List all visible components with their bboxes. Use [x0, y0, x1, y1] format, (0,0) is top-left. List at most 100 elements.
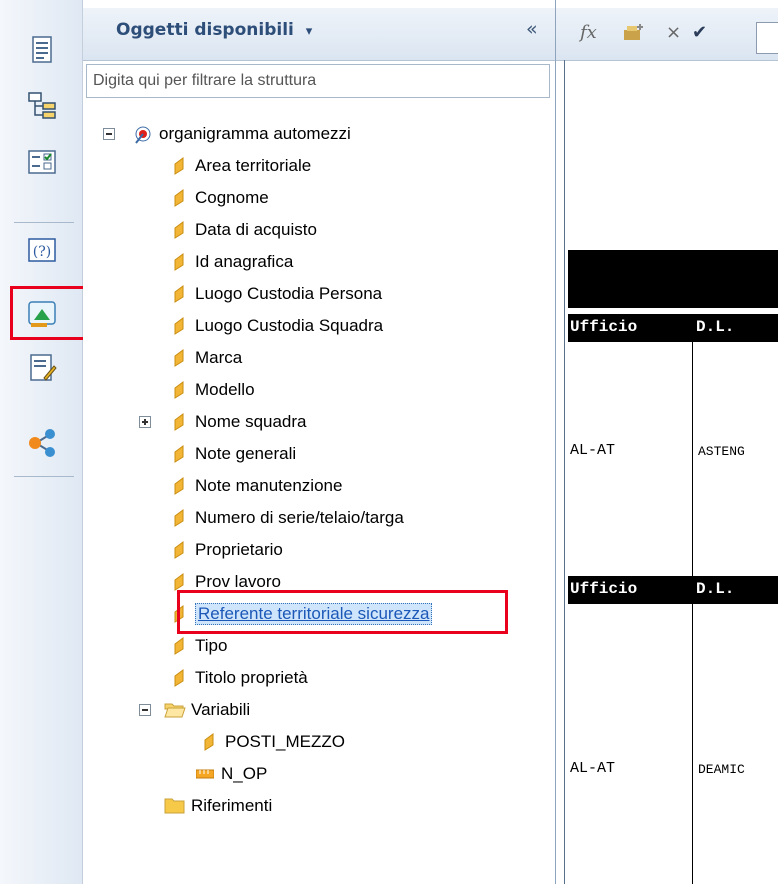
- tree-item-label: Luogo Custodia Squadra: [195, 316, 384, 335]
- dimension-icon: [167, 218, 191, 242]
- tree-item-riferimenti[interactable]: Riferimenti: [163, 792, 272, 820]
- tree-item-label: Prov lavoro: [195, 572, 281, 591]
- dimension-icon: [167, 506, 191, 530]
- structure-icon[interactable]: [22, 86, 62, 126]
- collapse-icon[interactable]: [103, 128, 115, 140]
- tree-item-label: Nome squadra: [195, 412, 307, 431]
- column-header-dl: D.L.: [696, 580, 735, 598]
- tree-item-modello[interactable]: Modello: [167, 376, 255, 404]
- highlight-box-selected-item: [177, 590, 508, 634]
- tree-item-label: Id anagrafica: [195, 252, 294, 271]
- table-cell-ufficio: AL-AT: [570, 760, 616, 777]
- folder-open-icon: [163, 698, 187, 722]
- dimension-icon: [167, 282, 191, 306]
- document-icon[interactable]: [22, 30, 62, 70]
- tree-item-note-manutenzione[interactable]: Note manutenzione: [167, 472, 342, 500]
- panel-title[interactable]: Oggetti disponibili ▾: [116, 20, 312, 40]
- help-icon[interactable]: (?): [22, 230, 62, 270]
- table-cell-dl: DEAMIC: [698, 762, 745, 777]
- tree-item-label: Marca: [195, 348, 243, 367]
- dimension-icon: [167, 378, 191, 402]
- chevron-down-icon[interactable]: ▾: [306, 24, 313, 39]
- column-divider: [692, 314, 693, 576]
- dimension-icon: [167, 634, 191, 658]
- column-header-ufficio: Ufficio: [570, 318, 638, 336]
- tree-item-numero-di-serie-telaio-targa[interactable]: Numero di serie/telaio/targa: [167, 504, 404, 532]
- dimension-icon: [167, 314, 191, 338]
- tree-item-label: Variabili: [191, 700, 251, 719]
- column-header-ufficio: Ufficio: [570, 580, 638, 598]
- highlight-box-data-icon: [10, 286, 94, 340]
- available-objects-panel: Oggetti disponibili ▾ « Digita qui per f…: [83, 0, 556, 884]
- column-divider: [692, 576, 693, 884]
- tree-item-root[interactable]: organigramma automezzi: [131, 120, 351, 148]
- tree-item-label: organigramma automezzi: [159, 124, 351, 143]
- tree-item-luogo-custodia-squadra[interactable]: Luogo Custodia Squadra: [167, 312, 383, 340]
- fx-icon[interactable]: fx: [580, 22, 597, 43]
- tree-item-label: Proprietario: [195, 540, 283, 559]
- checklist-icon[interactable]: [22, 142, 62, 182]
- accept-formula-button[interactable]: ✔: [692, 22, 707, 43]
- tree-item-data-di-acquisto[interactable]: Data di acquisto: [167, 216, 317, 244]
- toolbar-separator: [14, 476, 74, 477]
- expand-icon[interactable]: [139, 416, 151, 428]
- tree-item-cognome[interactable]: Cognome: [167, 184, 269, 212]
- tree-item-label: Note manutenzione: [195, 476, 343, 495]
- tree-item-label: Cognome: [195, 188, 269, 207]
- tree-item-proprietario[interactable]: Proprietario: [167, 536, 283, 564]
- dimension-icon: [167, 538, 191, 562]
- tree-item-titolo-propriet-[interactable]: Titolo proprietà: [167, 664, 308, 692]
- tree-item-nome-squadra[interactable]: Nome squadra: [167, 408, 307, 436]
- formula-editor-icon[interactable]: [622, 22, 646, 47]
- tree-item-label: Area territoriale: [195, 156, 312, 175]
- dimension-icon: [167, 346, 191, 370]
- svg-text:(?): (?): [33, 244, 51, 260]
- measure-icon: [193, 762, 217, 786]
- dimension-icon: [197, 730, 221, 754]
- toolbar-separator: [14, 222, 74, 223]
- tree-item-note-generali[interactable]: Note generali: [167, 440, 296, 468]
- universe-icon: [131, 122, 155, 146]
- tree-item-variabili[interactable]: Variabili: [163, 696, 250, 724]
- dimension-icon: [167, 410, 191, 434]
- dimension-icon: [167, 154, 191, 178]
- dimension-icon: [167, 250, 191, 274]
- side-toolbar: (?): [0, 0, 94, 884]
- tree-item-label: POSTI_MEZZO: [225, 732, 345, 751]
- column-header-dl: D.L.: [696, 318, 735, 336]
- report-left-border: [564, 60, 565, 884]
- tree-item-n-op[interactable]: N_OP: [193, 760, 267, 788]
- folder-icon: [163, 794, 187, 818]
- formula-input[interactable]: [756, 22, 778, 54]
- tree-item-area-territoriale[interactable]: Area territoriale: [167, 152, 311, 180]
- panel-header: Oggetti disponibili ▾ «: [83, 8, 555, 61]
- tree-item-label: Titolo proprietà: [195, 668, 308, 687]
- edit-document-icon[interactable]: [22, 348, 62, 388]
- tree-item-label: Note generali: [195, 444, 297, 463]
- tree-item-label: Numero di serie/telaio/targa: [195, 508, 404, 527]
- formula-bar: fx × ✔: [556, 8, 778, 61]
- report-area: fx × ✔ Ufficio D.L. AL-AT ASTENG Ufficio…: [556, 0, 778, 884]
- dimension-icon: [167, 186, 191, 210]
- collapse-panel-button[interactable]: «: [526, 18, 538, 40]
- cancel-formula-button[interactable]: ×: [666, 22, 681, 43]
- collapse-icon[interactable]: [139, 704, 151, 716]
- tree-item-posti-mezzo[interactable]: POSTI_MEZZO: [197, 728, 345, 756]
- report-header-band: [568, 250, 778, 308]
- tree-item-label: Modello: [195, 380, 255, 399]
- share-icon[interactable]: [22, 422, 62, 462]
- tree-item-tipo[interactable]: Tipo: [167, 632, 227, 660]
- tree-item-label: Data di acquisto: [195, 220, 317, 239]
- dimension-icon: [167, 474, 191, 498]
- tree-item-luogo-custodia-persona[interactable]: Luogo Custodia Persona: [167, 280, 382, 308]
- tree-item-label: Tipo: [195, 636, 228, 655]
- tree-item-id-anagrafica[interactable]: Id anagrafica: [167, 248, 293, 276]
- table-cell-ufficio: AL-AT: [570, 442, 616, 459]
- dimension-icon: [167, 666, 191, 690]
- filter-input[interactable]: Digita qui per filtrare la struttura: [86, 64, 550, 98]
- tree-item-label: N_OP: [221, 764, 268, 783]
- tree-item-label: Riferimenti: [191, 796, 273, 815]
- tree-item-label: Luogo Custodia Persona: [195, 284, 383, 303]
- tree-item-marca[interactable]: Marca: [167, 344, 242, 372]
- table-cell-dl: ASTENG: [698, 444, 745, 459]
